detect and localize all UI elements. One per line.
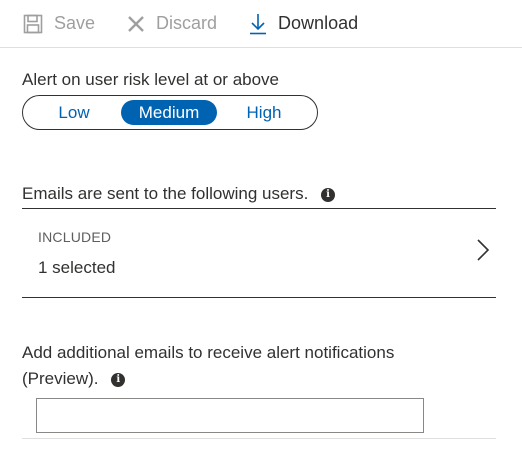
command-bar: Save Discard Download (0, 0, 522, 48)
risk-option-medium[interactable]: Medium (121, 100, 217, 125)
download-icon (247, 13, 269, 35)
risk-option-low[interactable]: Low (27, 100, 121, 125)
included-users-selector[interactable]: INCLUDED 1 selected (22, 210, 496, 298)
divider (22, 208, 496, 209)
risk-level-label: Alert on user risk level at or above (22, 70, 280, 89)
chevron-right-icon (477, 239, 490, 261)
included-value: 1 selected (38, 258, 116, 277)
close-icon (125, 13, 147, 35)
additional-emails-input[interactable] (36, 398, 424, 433)
download-button[interactable]: Download (247, 13, 358, 35)
save-button[interactable]: Save (22, 13, 95, 35)
divider (22, 438, 496, 439)
additional-emails-label-row: (Preview). i (22, 369, 126, 389)
included-caption: INCLUDED (38, 229, 112, 245)
info-icon[interactable]: i (321, 187, 336, 202)
risk-level-selector: Low Medium High (22, 95, 318, 130)
info-icon[interactable]: i (111, 372, 126, 387)
additional-emails-label-line2: (Preview). (22, 369, 99, 388)
divider (22, 297, 496, 298)
save-label: Save (54, 13, 96, 33)
risk-option-high[interactable]: High (217, 100, 311, 125)
save-icon (22, 13, 44, 35)
discard-button[interactable]: Discard (125, 13, 217, 35)
discard-label: Discard (156, 13, 218, 33)
additional-emails-label-line1: Add additional emails to receive alert n… (22, 343, 395, 362)
emails-label-row: Emails are sent to the following users. … (22, 184, 336, 204)
download-label: Download (278, 13, 359, 33)
emails-label: Emails are sent to the following users. (22, 184, 309, 203)
